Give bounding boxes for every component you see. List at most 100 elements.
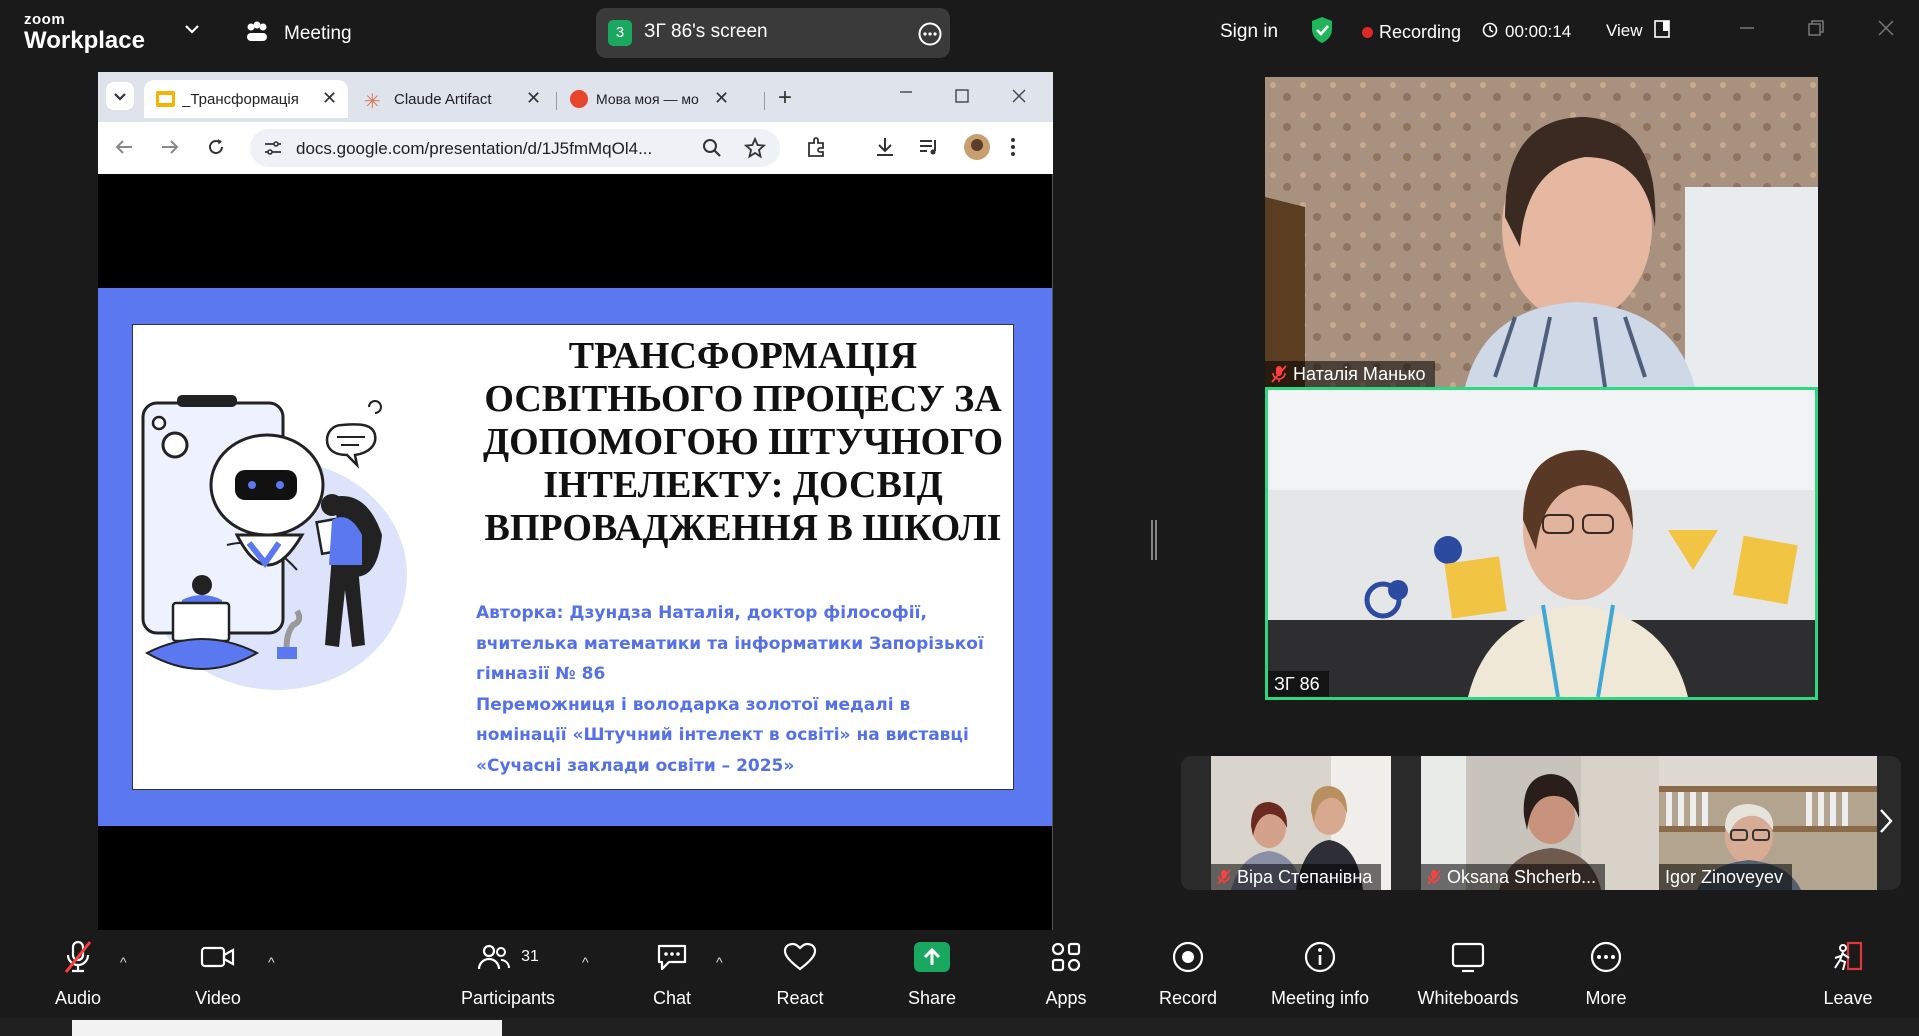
close-tab-icon[interactable]: ✕ [526,88,541,109]
site-info-icon[interactable] [264,140,282,156]
video-tile-natalia-manko[interactable]: Наталія Манько [1265,77,1818,387]
shared-screen-indicator[interactable]: 3 ЗГ 86's screen [596,8,950,58]
extensions-puzzle-icon[interactable] [806,136,828,158]
url-omnibox[interactable]: docs.google.com/presentation/d/1J5fmMqOl… [250,129,780,167]
muted-mic-icon [1217,869,1231,885]
share-button[interactable]: Share [894,930,970,1018]
window-edge [1052,174,1053,930]
apps-button[interactable]: Apps [1028,930,1104,1018]
chat-options-caret-icon[interactable]: ^ [716,954,723,970]
audio-options-caret-icon[interactable]: ^ [120,954,127,970]
shared-browser-window: _Трансформація ✕ ✳ Claude Artifact ✕ Мов… [98,72,1053,930]
video-button[interactable]: Video [178,930,258,1018]
media-control-icon[interactable] [918,136,940,158]
video-camera-icon [178,930,258,984]
url-text: docs.google.com/presentation/d/1J5fmMqOl… [296,139,653,158]
record-icon [1148,930,1228,984]
view-layout-icon[interactable] [1654,20,1670,38]
clock-icon [1482,22,1498,38]
more-button[interactable]: More [1566,930,1646,1018]
browser-maximize-icon[interactable] [955,89,969,103]
new-tab-plus-icon[interactable]: + [778,84,792,112]
gallery-next-chevron-icon[interactable] [1879,808,1893,834]
reload-icon[interactable] [206,137,226,157]
gallery-strip: Віра Степанівна Oksana Shcherb... Igor Z… [1181,756,1901,890]
leave-button[interactable]: Leave [1808,930,1888,1018]
browser-address-bar: docs.google.com/presentation/d/1J5fmMqOl… [98,122,1053,174]
browser-close-icon[interactable] [1012,89,1026,103]
restore-window-icon[interactable] [1808,20,1824,36]
info-icon [1262,930,1378,984]
close-tab-icon[interactable]: ✕ [322,88,337,109]
video-tile-zg86-active-speaker[interactable]: ЗГ 86 [1265,387,1818,700]
back-arrow-icon[interactable] [114,137,134,157]
more-options-icon[interactable] [918,22,942,46]
google-slides-icon [156,91,175,107]
more-dots-icon [1566,930,1646,984]
meeting-toolbar: Audio ^ Video ^ 31 Participants ^ Chat ^… [0,930,1919,1018]
react-button[interactable]: React [762,930,838,1018]
muted-mic-icon [38,930,118,984]
bookmark-star-icon[interactable] [744,137,766,159]
participant-name-tag: Oksana Shcherb... [1421,864,1606,890]
chevron-down-icon[interactable] [184,22,200,36]
video-tile-igor-zinoveyev[interactable]: Igor Zinoveyev [1659,756,1877,890]
chat-bubble-icon [634,930,710,984]
download-icon[interactable] [874,136,896,158]
browser-tab-strip: _Трансформація ✕ ✳ Claude Artifact ✕ Мов… [98,72,1053,122]
panel-resize-handle[interactable] [1150,520,1158,560]
recording-status[interactable]: Recording [1379,22,1461,43]
view-button[interactable]: View [1606,21,1643,41]
video-tile-vira-stepanivna[interactable]: Віра Степанівна [1211,756,1391,890]
browser-menu-icon[interactable] [1010,136,1016,158]
meeting-timer: 00:00:14 [1505,22,1572,41]
tab-transformatsiia[interactable]: _Трансформація ✕ [144,80,348,118]
participants-button[interactable]: 31 Participants [452,930,564,1018]
claude-logo-icon: ✳ [364,91,381,113]
heart-icon [762,930,838,984]
share-screen-icon [894,930,970,984]
browser-minimize-icon[interactable] [898,84,914,100]
participant-name-tag: Віра Степанівна [1211,864,1382,890]
close-window-icon[interactable] [1878,20,1894,36]
muted-mic-icon [1271,365,1287,383]
apps-grid-icon [1028,930,1104,984]
record-button[interactable]: Record [1148,930,1228,1018]
zoom-lens-icon[interactable] [702,138,722,158]
participant-name-tag: Наталія Манько [1265,361,1435,387]
taskbar-search-box[interactable] [72,1020,502,1036]
whiteboards-button[interactable]: Whiteboards [1410,930,1526,1018]
sign-in-link[interactable]: Sign in [1220,21,1278,43]
muted-mic-icon [1427,869,1441,885]
audio-button[interactable]: Audio [38,930,118,1018]
screen-number-badge: 3 [608,20,632,46]
forward-arrow-icon[interactable] [160,137,180,157]
zoom-logo: zoom Workplace [24,11,145,54]
chat-button[interactable]: Chat [634,930,710,1018]
meeting-label[interactable]: Meeting [284,23,352,45]
slide-title: ТРАНСФОРМАЦІЯ ОСВІТНЬОГО ПРОЦЕСУ ЗА ДОПО… [482,335,1004,549]
participants-options-caret-icon[interactable]: ^ [582,954,589,970]
slide-author-text: Авторка: Дзундза Наталія, доктор філософ… [476,603,984,776]
participants-icon: 31 [452,930,564,984]
meeting-info-button[interactable]: Meeting info [1262,930,1378,1018]
os-taskbar [0,1018,1919,1036]
video-tile-oksana-shcherb[interactable]: Oksana Shcherb... [1421,756,1659,890]
tab-divider [556,92,557,110]
recording-dot-icon [1362,27,1373,38]
site-favicon-icon [570,90,588,108]
profile-avatar[interactable] [964,134,990,160]
tab-claude-artifact[interactable]: ✳ Claude Artifact ✕ [354,80,554,118]
participant-name-tag: Igor Zinoveyev [1659,864,1793,890]
video-options-caret-icon[interactable]: ^ [268,954,275,970]
shield-check-icon[interactable] [1310,16,1334,44]
close-tab-icon[interactable]: ✕ [714,88,729,109]
minimize-window-icon[interactable] [1739,26,1755,30]
whiteboard-icon [1410,930,1526,984]
shared-screen-label: ЗГ 86's screen [644,21,768,42]
tab-divider [764,92,765,110]
leave-door-icon [1808,930,1888,984]
tab-mova-moia[interactable]: Мова моя — мо ✕ [560,80,760,118]
tab-search-button[interactable] [106,82,134,110]
meeting-icon[interactable] [244,19,270,45]
